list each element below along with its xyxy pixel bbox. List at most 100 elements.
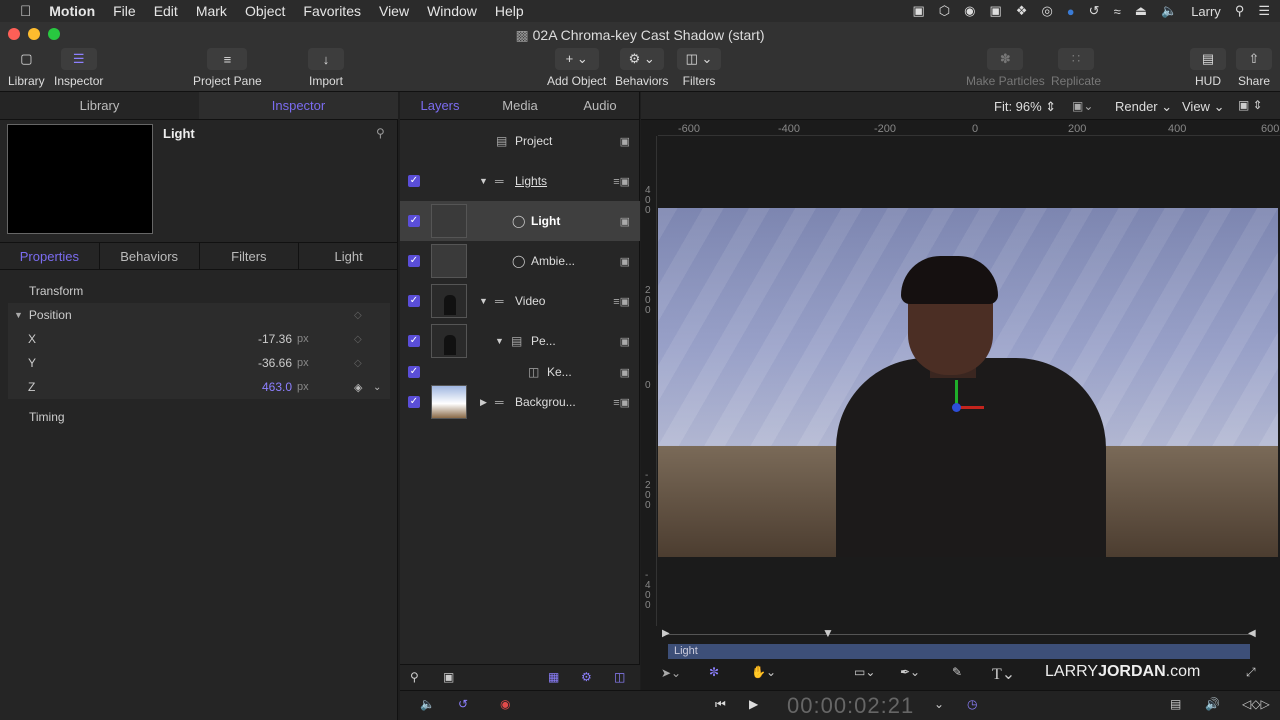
layer-checkbox[interactable]: ✓ — [408, 175, 420, 187]
behaviors-button[interactable]: ⚙ ⌄ Behaviors — [615, 48, 668, 88]
position-row[interactable]: ▼ Position ◇ — [8, 303, 390, 327]
blue-dot-icon[interactable]: ● — [1067, 4, 1075, 19]
keyframe-diamond-icon[interactable]: ◇ — [354, 334, 362, 345]
orbit-icon[interactable]: ✼ — [709, 665, 719, 679]
tab-layers[interactable]: Layers — [400, 92, 480, 119]
in-point-marker[interactable]: ▶ — [662, 628, 670, 639]
timing-clock-icon[interactable]: ◷ — [967, 697, 977, 711]
timecode-chevron-icon[interactable]: ⌄ — [934, 697, 944, 711]
loop-icon[interactable]: ↺ — [458, 697, 468, 711]
position-x-value[interactable]: -17.36 — [236, 332, 292, 346]
search-icon[interactable]: ⚲ — [410, 670, 419, 684]
layer-checkbox[interactable]: ✓ — [408, 366, 420, 378]
chevron-down-icon[interactable]: ⌄ — [373, 382, 381, 393]
layer-checkbox[interactable]: ✓ — [408, 295, 420, 307]
transform-x-axis-handle[interactable] — [958, 406, 984, 409]
paint-stroke-icon[interactable]: ✎ — [952, 665, 962, 679]
disclosure-closed-icon[interactable]: ▶ — [480, 397, 487, 408]
timing-section[interactable]: Timing — [8, 405, 390, 429]
view-layout-icon[interactable]: ▣ ⇕ — [1238, 98, 1263, 112]
show-filters-icon[interactable]: ◫ — [614, 670, 625, 684]
canvas-viewer[interactable] — [658, 208, 1278, 557]
html5-icon[interactable]: ▣ — [990, 3, 1002, 19]
render-dropdown[interactable]: Render ⌄ — [1115, 99, 1172, 115]
record-icon[interactable]: ◉ — [500, 697, 510, 711]
show-masks-icon[interactable]: ▦ — [548, 670, 559, 684]
keyframe-nav-icon[interactable]: ◁◇▷ — [1242, 697, 1270, 711]
eject-icon[interactable]: ⏏ — [1135, 3, 1147, 19]
sync-icon[interactable]: ◎ — [1041, 3, 1052, 19]
position-z-value[interactable]: 463.0 — [236, 380, 292, 394]
layer-checkbox[interactable]: ✓ — [408, 215, 420, 227]
keyframe-diamond-icon[interactable]: ◇ — [354, 358, 362, 369]
mark-menu[interactable]: Mark — [196, 3, 227, 19]
pin-icon[interactable]: ⚲ — [376, 126, 385, 140]
disclosure-open-icon[interactable]: ▼ — [479, 296, 488, 306]
lock-icon[interactable]: ▣ — [620, 215, 630, 228]
film-strip-icon[interactable]: ▤ — [1170, 697, 1181, 711]
lock-icon[interactable]: ▣ — [620, 255, 630, 268]
keyframe-diamond-icon[interactable]: ◇ — [354, 310, 362, 321]
replicate-button[interactable]: ∷ Replicate — [1051, 48, 1101, 88]
colorsync-icon[interactable]: ◉ — [964, 3, 975, 19]
timecode-display[interactable]: 00:00:02:21 — [787, 693, 914, 719]
expand-icon[interactable]: ⤢ — [1246, 665, 1256, 680]
layer-row-project[interactable]: ▤ Project ▣ — [400, 121, 640, 161]
keyframe-add-icon[interactable]: ◈ — [354, 381, 362, 394]
layer-row-ambient[interactable]: ✓ ◯ Ambie... ▣ — [400, 241, 640, 281]
library-button[interactable]: ▢ Library — [8, 48, 45, 88]
spotlight-icon[interactable]: ⚲ — [1235, 3, 1245, 19]
position-y-value[interactable]: -36.66 — [236, 356, 292, 370]
view-dropdown[interactable]: View ⌄ — [1182, 99, 1224, 115]
help-menu[interactable]: Help — [495, 3, 524, 19]
view-menu[interactable]: View — [379, 3, 409, 19]
lock-icon[interactable]: ≡▣ — [613, 396, 630, 409]
make-particles-button[interactable]: ✽ Make Particles — [966, 48, 1045, 88]
shape-rect-icon[interactable]: ▭⌄ — [854, 665, 875, 679]
import-button[interactable]: ↓ Import — [308, 48, 344, 88]
lock-icon[interactable]: ▣ — [620, 335, 630, 348]
apple-menu-icon[interactable]:  — [20, 3, 31, 20]
user-name[interactable]: Larry — [1191, 4, 1221, 19]
filters-button[interactable]: ◫ ⌄ Filters — [677, 48, 721, 88]
lock-icon[interactable]: ≡▣ — [613, 295, 630, 308]
inspector-button[interactable]: ☰ Inspector — [54, 48, 103, 88]
disclosure-open-icon[interactable]: ▼ — [14, 310, 23, 320]
thumbnail-toggle-icon[interactable]: ▣ — [443, 670, 454, 684]
transform-section[interactable]: Transform — [8, 279, 390, 303]
app-menu[interactable]: Motion — [49, 3, 95, 19]
layer-row-background[interactable]: ✓ ▶ ═ Backgrou... ≡▣ — [400, 382, 640, 422]
transform-z-axis-handle[interactable] — [952, 403, 961, 412]
layer-row-lights[interactable]: ✓ ▼ ═ Lights ≡▣ — [400, 161, 640, 201]
file-menu[interactable]: File — [113, 3, 136, 19]
disclosure-open-icon[interactable]: ▼ — [479, 176, 488, 186]
lock-icon[interactable]: ▣ — [620, 366, 630, 379]
bezier-pen-icon[interactable]: ✒⌄ — [900, 665, 920, 679]
select-arrow-icon[interactable]: ➤⌄ — [661, 666, 681, 680]
lock-icon[interactable]: ▣ — [620, 135, 630, 148]
show-behaviors-icon[interactable]: ⚙ — [581, 670, 592, 684]
tab-audio[interactable]: Audio — [560, 92, 640, 119]
audio-mute-icon[interactable]: 🔈 — [420, 697, 435, 711]
tab-properties[interactable]: Properties — [0, 243, 99, 269]
wifi-icon[interactable]: ≈ — [1114, 4, 1121, 19]
previous-frame-icon[interactable]: ⏮ — [715, 697, 726, 712]
dropbox-icon[interactable]: ❖ — [1016, 3, 1028, 19]
layer-row-video[interactable]: ✓ ▼ ═ Video ≡▣ — [400, 281, 640, 321]
hud-button[interactable]: ▤ HUD — [1190, 48, 1226, 88]
lock-icon[interactable]: ≡▣ — [613, 175, 630, 188]
volume-icon[interactable]: 🔈 — [1161, 3, 1177, 19]
layer-checkbox[interactable]: ✓ — [408, 335, 420, 347]
window-menu[interactable]: Window — [427, 3, 477, 19]
playhead-marker[interactable]: ▼ — [822, 626, 834, 640]
add-object-button[interactable]: + ⌄ Add Object — [547, 48, 606, 88]
project-pane-button[interactable]: ≡ Project Pane — [193, 48, 262, 88]
volume-icon[interactable]: 🔊 — [1205, 697, 1220, 711]
color-channel-icon[interactable]: ▣⌄ — [1072, 99, 1093, 113]
edit-menu[interactable]: Edit — [154, 3, 178, 19]
fit-zoom-dropdown[interactable]: Fit: 96% ⇕ — [994, 99, 1056, 115]
layer-row-light[interactable]: ✓ ◯ Light ▣ — [400, 201, 640, 241]
tab-inspector[interactable]: Inspector — [199, 92, 398, 119]
screen-record-icon[interactable]: ▣ — [913, 3, 925, 19]
favorites-menu[interactable]: Favorites — [303, 3, 361, 19]
